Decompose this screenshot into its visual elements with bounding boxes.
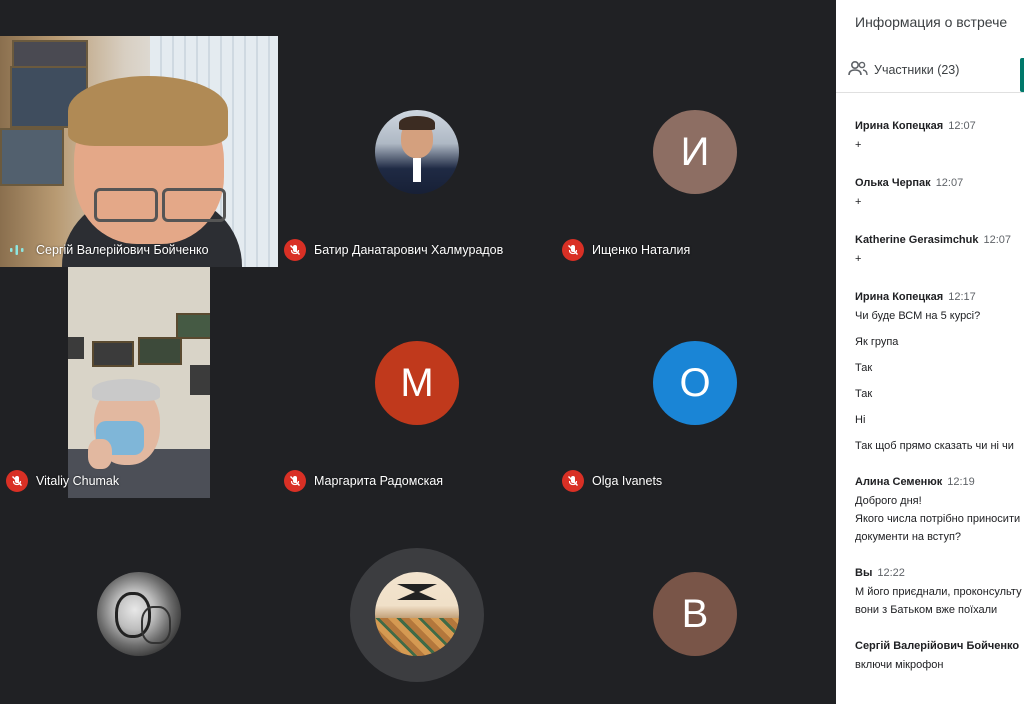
mic-off-icon: [6, 470, 28, 492]
message-sender: Алина Семенюк: [855, 476, 943, 488]
participant-tile[interactable]: B: [556, 498, 834, 704]
participant-tile[interactable]: [278, 498, 556, 704]
message-text: Як група: [855, 336, 899, 348]
message-text: вони з Батьком вже поїхали: [855, 604, 998, 616]
top-bar: [0, 0, 836, 36]
participant-name: Vitaliy Chumak: [36, 474, 120, 488]
message-time: 12:22: [877, 567, 905, 579]
message-text: документи на вступ?: [855, 531, 962, 543]
message-text: Так: [855, 388, 873, 400]
chat-message: Алина Семенюк 12:19 Доброго дня! Якого чи…: [855, 476, 1024, 545]
message-sender: Олька Черпак: [855, 177, 931, 189]
chat-messages: Ирина Копецкая 12:07 + Олька Черпак 12:07 …: [855, 120, 1024, 691]
message-text: Чи буде ВСМ на 5 курсі?: [855, 310, 981, 322]
participant-tile[interactable]: Сергій Валерійович Бойченко: [0, 36, 278, 267]
avatar: [97, 572, 181, 656]
participant-video: [68, 267, 210, 498]
participant-tile[interactable]: М Маргарита Радомская: [278, 267, 556, 498]
participant-name: Ищенко Наталия: [592, 243, 691, 257]
chat-message: Katherine Gerasimchuk 12:07 +: [855, 234, 1024, 267]
avatar: [375, 572, 459, 656]
chat-message: Ирина Копецкая 12:07 +: [855, 120, 1024, 153]
participant-name: Olga Ivanets: [592, 474, 663, 488]
mic-off-icon: [284, 239, 306, 261]
nameplate: Ищенко Наталия: [562, 239, 690, 261]
meeting-side-panel: Информация о встрече Участники (23) Ирин…: [836, 0, 1024, 704]
speaking-indicator-icon: [6, 239, 28, 261]
message-text: М його приєднали, проконсульту: [855, 586, 1022, 598]
nameplate: Батир Данатарович Халмурадов: [284, 239, 503, 261]
message-text: Якого числа потрібно приносити: [855, 513, 1021, 525]
nameplate: Маргарита Радомская: [284, 470, 443, 492]
message-sender: Ирина Копецкая: [855, 291, 944, 303]
tab-chat[interactable]: [1020, 58, 1024, 92]
avatar: [375, 110, 459, 194]
message-time: 12:17: [948, 291, 976, 303]
avatar: М: [375, 341, 459, 425]
panel-title: Информация о встрече: [855, 14, 1008, 30]
message-sender: Katherine Gerasimchuk: [855, 234, 979, 246]
message-time: 12:19: [947, 476, 975, 488]
nameplate: Сергій Валерійович Бойченко: [6, 239, 209, 261]
message-sender: Вы: [855, 567, 873, 579]
message-sender: Ирина Копецкая: [855, 120, 944, 132]
mic-off-icon: [562, 239, 584, 261]
message-time: 12:07: [935, 177, 964, 189]
participant-tile[interactable]: И Ищенко Наталия: [556, 36, 834, 267]
participant-tile[interactable]: Vitaliy Chumak: [0, 267, 278, 498]
nameplate: Olga Ivanets: [562, 470, 662, 492]
message-text: Ні: [855, 414, 866, 426]
avatar: B: [653, 572, 737, 656]
participant-video: [0, 36, 278, 267]
message-text: Так: [855, 362, 873, 374]
avatar: И: [653, 110, 737, 194]
message-text: +: [855, 196, 862, 208]
chat-message: Ирина Копецкая 12:17 Чи буде ВСМ на 5 кур…: [855, 291, 1024, 454]
mic-off-icon: [562, 470, 584, 492]
message-text: +: [855, 253, 862, 265]
people-icon: [848, 60, 868, 79]
participant-tile[interactable]: Батир Данатарович Халмурадов: [278, 36, 556, 267]
participant-name: Батир Данатарович Халмурадов: [314, 243, 504, 257]
message-time: 12:07: [983, 234, 1012, 246]
participant-name: Маргарита Радомская: [314, 474, 444, 488]
avatar: O: [653, 341, 737, 425]
message-sender: Сергій Валерійович Бойченко: [855, 640, 1020, 652]
video-grid: Сергій Валерійович Бойченко Батир Даната…: [0, 36, 836, 704]
message-text: включи мікрофон: [855, 659, 944, 671]
message-text: +: [855, 139, 862, 151]
mic-off-icon: [284, 470, 306, 492]
participant-name: Сергій Валерійович Бойченко: [36, 243, 209, 257]
tab-label: Участники (23): [874, 62, 960, 77]
nameplate: Vitaliy Chumak: [6, 470, 119, 492]
participant-tile[interactable]: O Olga Ivanets: [556, 267, 834, 498]
tab-participants[interactable]: Участники (23): [848, 60, 959, 79]
message-text: Доброго дня!: [855, 495, 922, 507]
message-text: Так щоб прямо сказать чи ні чи: [855, 440, 1014, 452]
message-time: 12:07: [948, 120, 976, 132]
participant-tile[interactable]: [0, 498, 278, 704]
chat-message: Вы 12:22 М його приєднали, проконсульту в…: [855, 567, 1024, 618]
divider: [836, 92, 1024, 93]
chat-message: Сергій Валерійович Бойченко1 включи мікр…: [855, 640, 1024, 673]
chat-message: Олька Черпак 12:07 +: [855, 177, 1024, 210]
